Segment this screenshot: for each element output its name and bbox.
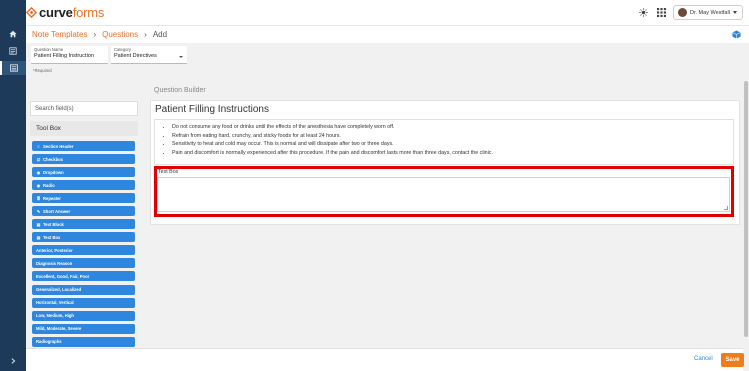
- tool-item-horizontal-vertical[interactable]: Horizontal, Vertical: [32, 297, 135, 308]
- category-select[interactable]: Category Patient Directives: [111, 46, 187, 64]
- tool-label: Horizontal, Vertical: [36, 300, 74, 306]
- builder-title[interactable]: Patient Filling Instructions: [155, 104, 269, 115]
- section-header-icon: ≡: [37, 143, 40, 149]
- tool-label: Mild, Moderate, Severe: [36, 326, 82, 332]
- tool-label: Generalized, Localized: [36, 287, 82, 293]
- required-note: *Required: [33, 68, 52, 73]
- instruction-item: Do not consume any food or drinks until …: [172, 123, 733, 132]
- tool-item-diagnosis-reason[interactable]: Diagnosis Reason: [32, 258, 135, 269]
- page-scrollbar[interactable]: [743, 43, 749, 371]
- tool-label: Excellent, Good, Fair, Poor: [36, 273, 90, 279]
- tool-item-short-answer[interactable]: ✎ Short Answer: [32, 206, 135, 217]
- tool-item-text-box[interactable]: ▤ Text Box: [32, 232, 135, 243]
- text-block-icon: ▤: [36, 221, 41, 227]
- tool-item-anterior-posterior[interactable]: Anterior, Posterior: [32, 245, 135, 256]
- breadcrumb-add: Add: [152, 30, 168, 39]
- instruction-item: Refrain from eating hard, crunchy, and s…: [172, 132, 733, 141]
- question-builder-label: Question Builder: [154, 87, 206, 94]
- cancel-button[interactable]: Cancel: [694, 356, 713, 362]
- tool-label: Text Block: [43, 221, 64, 227]
- category-value: Patient Directives: [114, 53, 157, 59]
- tool-item-checkbox[interactable]: ☑ Checkbox: [32, 154, 135, 165]
- tool-item-section-header[interactable]: ≡ Section Header: [32, 141, 135, 151]
- text-box-icon: ▤: [36, 234, 41, 240]
- question-name-field[interactable]: Question Name Patient Filling Instructio…: [31, 46, 108, 64]
- expand-chevron-icon[interactable]: [0, 354, 26, 368]
- cube-icon[interactable]: [732, 30, 741, 39]
- scrollbar-thumb[interactable]: [744, 81, 748, 337]
- breadcrumb: Note Templates › Questions › Add: [32, 30, 167, 39]
- tool-item-radio[interactable]: ◉ Radio: [32, 180, 135, 191]
- tool-item-radiographs[interactable]: Radiographs: [32, 336, 135, 347]
- tool-label: Short Answer: [43, 208, 71, 214]
- checkbox-icon: ☑: [36, 156, 41, 162]
- tool-label: Radio: [43, 182, 55, 188]
- question-name-label: Question Name: [34, 47, 64, 52]
- instructions-text-block[interactable]: Do not consume any food or drinks until …: [154, 119, 734, 165]
- breadcrumb-note-templates[interactable]: Note Templates: [32, 30, 87, 39]
- repeater-icon: ≣: [36, 195, 41, 201]
- search-fields-input[interactable]: Search field(s): [30, 101, 138, 116]
- forms-icon[interactable]: [0, 44, 26, 58]
- tool-label: Text Box: [43, 234, 61, 240]
- app-logo[interactable]: curve forms: [26, 5, 104, 20]
- instruction-item: Sensitivity to heat and cold may occur. …: [172, 140, 733, 149]
- chevron-down-icon: [733, 11, 737, 14]
- tool-label: Dropdown: [43, 169, 64, 175]
- brightness-icon[interactable]: [637, 7, 649, 19]
- chevron-right-icon: ›: [93, 30, 97, 39]
- tool-label: Radiographs: [36, 339, 62, 345]
- tool-item-text-block[interactable]: ▤ Text Block: [32, 219, 135, 230]
- question-name-value: Patient Filling Instruction: [34, 53, 94, 59]
- tool-item-repeater[interactable]: ≣ Repeater: [32, 193, 135, 204]
- radio-icon: ◉: [36, 182, 41, 188]
- chevron-down-icon: [179, 56, 183, 58]
- short-answer-icon: ✎: [36, 208, 41, 214]
- category-label: Category: [114, 47, 131, 52]
- left-nav-rail: [0, 0, 26, 371]
- home-icon[interactable]: [0, 27, 26, 41]
- tool-label: Diagnosis Reason: [36, 260, 73, 266]
- user-name: Dr. May Westfall: [690, 9, 730, 16]
- toolbox-title: Tool Box: [30, 121, 138, 136]
- footer-bar: [26, 348, 743, 371]
- tool-item-generalized-localized[interactable]: Generalized, Localized: [32, 284, 135, 295]
- tool-item-mild-moderate-severe[interactable]: Mild, Moderate, Severe: [32, 323, 135, 334]
- tool-label: Section Header: [43, 143, 74, 149]
- top-header: curve forms Dr. May Westfall: [0, 0, 749, 26]
- save-button[interactable]: Save: [721, 353, 744, 367]
- tool-label: Checkbox: [43, 156, 64, 162]
- dropdown-icon: ◉: [36, 169, 41, 175]
- logo-mark-icon: [26, 7, 37, 18]
- highlight-box: [154, 166, 734, 217]
- toolbox-list: ≡ Section Header ☑ Checkbox ◉ Dropdown ◉ Radio ≣…: [32, 141, 135, 350]
- templates-icon[interactable]: [0, 61, 26, 75]
- tool-item-excellent-good-fair-poor[interactable]: Excellent, Good, Fair, Poor: [32, 271, 135, 282]
- instruction-item: Pain and discomfort is normally experien…: [172, 149, 733, 158]
- breadcrumb-questions[interactable]: Questions: [102, 30, 138, 39]
- apps-grid-icon[interactable]: [655, 7, 667, 19]
- tool-item-low-medium-high[interactable]: Low, Medium, High: [32, 310, 135, 321]
- tool-label: Anterior, Posterior: [36, 247, 73, 253]
- avatar: [678, 8, 687, 17]
- user-menu[interactable]: Dr. May Westfall: [673, 5, 743, 20]
- tool-label: Low, Medium, High: [36, 313, 74, 319]
- chevron-right-icon: ›: [144, 30, 147, 39]
- logo-text-curve: curve: [39, 5, 73, 20]
- tool-label: Repeater: [43, 195, 61, 201]
- logo-text-forms: forms: [72, 5, 105, 20]
- tool-item-dropdown[interactable]: ◉ Dropdown: [32, 167, 135, 178]
